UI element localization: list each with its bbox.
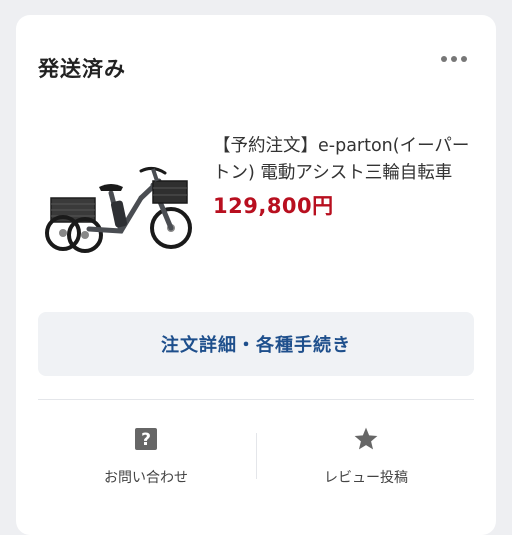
review-label: レビュー投稿: [324, 470, 408, 486]
more-dot: [461, 56, 467, 62]
order-status-title: 発送済み: [38, 57, 126, 81]
svg-text:?: ?: [141, 430, 151, 450]
more-horizontal-icon: [441, 56, 447, 62]
order-card: 発送済み 【予約注文】e-parton(イーパートン) 電動アシスト三輪自転車 …: [16, 15, 496, 535]
star-icon: [353, 425, 379, 453]
write-review-button[interactable]: レビュー投稿: [266, 425, 466, 495]
front-basket: [152, 180, 188, 204]
inquiry-label: お問い合わせ: [104, 470, 188, 486]
inquiry-button[interactable]: ? お問い合わせ: [46, 425, 246, 495]
more-dot: [451, 56, 457, 62]
product-price: 129,800円: [213, 194, 334, 218]
product-title[interactable]: 【予約注文】e-parton(イーパートン) 電動アシスト三輪自転車: [213, 133, 475, 187]
divider: [38, 399, 474, 400]
divider: [256, 433, 257, 479]
product-image[interactable]: [41, 143, 201, 263]
order-details-button[interactable]: 注文詳細・各種手続き: [38, 312, 474, 376]
more-options-button[interactable]: [436, 49, 472, 69]
question-mark-icon: ?: [134, 425, 158, 453]
